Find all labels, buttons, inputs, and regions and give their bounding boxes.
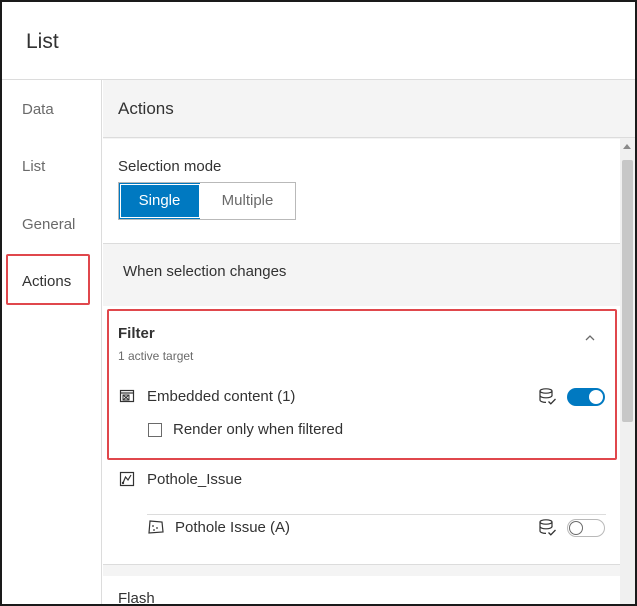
- pothole-issue-layer-label[interactable]: Pothole_Issue: [147, 471, 242, 488]
- section-separator: [103, 564, 620, 576]
- multiple-option-button[interactable]: Multiple: [200, 183, 295, 219]
- nav-item-data[interactable]: Data: [22, 101, 54, 118]
- window-header: List: [2, 2, 635, 80]
- panel-content: Selection mode Single Multiple When sele…: [103, 139, 620, 606]
- panel-header: Actions: [103, 80, 635, 138]
- selection-mode-segmented-control: Single Multiple: [118, 182, 296, 220]
- pothole-issue-toggle[interactable]: [567, 519, 605, 537]
- polygon-layer-icon: [148, 520, 164, 534]
- actions-panel: Actions Selection mode Single Multiple W…: [103, 80, 635, 606]
- database-check-icon: [539, 519, 556, 536]
- when-selection-changes-heading: When selection changes: [123, 263, 287, 280]
- panel-title: Actions: [118, 99, 174, 118]
- nav-item-general[interactable]: General: [22, 216, 75, 233]
- actions-highlight-box: [6, 254, 90, 305]
- layer-divider: [147, 514, 606, 515]
- nav-item-list[interactable]: List: [22, 158, 45, 175]
- flash-section[interactable]: Flash: [103, 576, 620, 606]
- vertical-scrollbar[interactable]: [620, 138, 635, 604]
- single-option-button[interactable]: Single: [119, 183, 200, 219]
- toggle-knob: [569, 521, 583, 535]
- scroll-up-arrow-icon[interactable]: [623, 144, 631, 149]
- map-layer-icon: [119, 471, 135, 487]
- pothole-issue-sublayer-label: Pothole Issue (A): [175, 519, 291, 536]
- window-title: List: [26, 30, 59, 53]
- flash-title: Flash: [118, 590, 155, 606]
- single-option-label: Single: [138, 192, 181, 209]
- selection-mode-section: Selection mode Single Multiple: [103, 139, 620, 244]
- left-navigation: Data List General Actions: [2, 80, 102, 604]
- scrollbar-thumb[interactable]: [622, 160, 633, 422]
- settings-window: List Data List General Actions Actions S…: [0, 0, 637, 606]
- filter-highlight-box: [107, 309, 617, 460]
- selection-mode-label: Selection mode: [118, 158, 222, 175]
- multiple-option-label: Multiple: [221, 192, 274, 209]
